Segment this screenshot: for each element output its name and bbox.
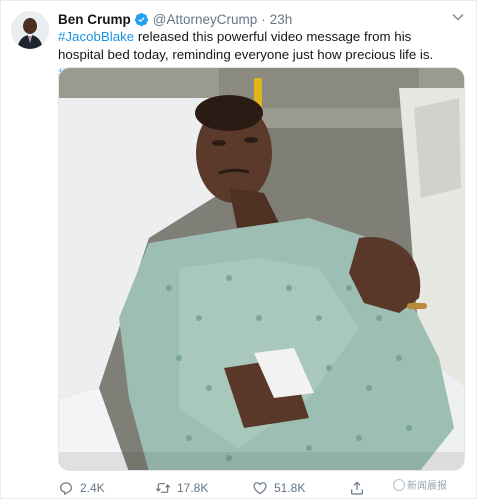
hashtag-jacobblake[interactable]: #JacobBlake: [58, 29, 134, 44]
video-media[interactable]: [58, 67, 465, 471]
reply-button[interactable]: 2.4K: [58, 480, 155, 496]
watermark: 新闻晨报: [393, 477, 447, 492]
like-count: 51.8K: [274, 481, 306, 495]
tweet-header: Ben Crump @AttorneyCrump · 23h: [58, 10, 292, 28]
like-button[interactable]: 51.8K: [252, 480, 349, 496]
reply-count: 2.4K: [80, 481, 105, 495]
weibo-logo-icon: [393, 478, 405, 491]
share-button[interactable]: [349, 480, 365, 496]
tweet-card[interactable]: Ben Crump @AttorneyCrump · 23h #JacobBla…: [0, 0, 477, 499]
author-name[interactable]: Ben Crump: [58, 12, 131, 27]
verified-badge-icon: [134, 12, 149, 27]
reply-icon: [60, 482, 72, 495]
retweet-button[interactable]: 17.8K: [155, 480, 252, 496]
chevron-down-icon[interactable]: [452, 13, 464, 21]
author-handle[interactable]: @AttorneyCrump: [153, 12, 258, 27]
share-icon: [351, 481, 363, 495]
author-avatar[interactable]: [11, 11, 49, 49]
retweet-count: 17.8K: [177, 481, 209, 495]
heart-icon: [253, 482, 267, 495]
tweet-timestamp[interactable]: 23h: [270, 12, 293, 27]
watermark-text: 新闻晨报: [407, 481, 447, 492]
header-separator: ·: [261, 11, 266, 27]
retweet-icon: [155, 483, 171, 493]
